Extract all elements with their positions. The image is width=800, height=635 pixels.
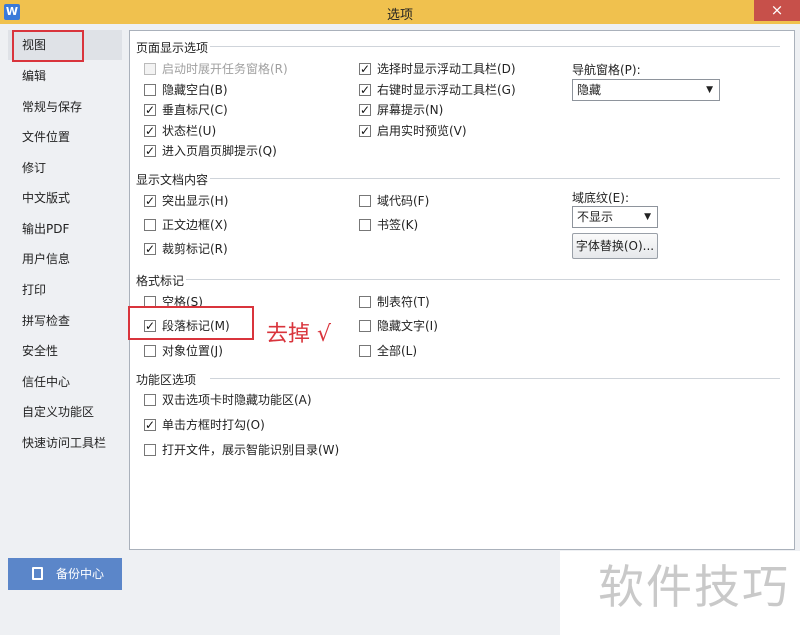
nav-pane-label: 导航窗格(P): (572, 63, 641, 77)
field-shading-select[interactable]: 不显示 ▼ (572, 206, 658, 228)
section-title-page-display: 页面显示选项 (136, 41, 209, 55)
checkbox-checked[interactable] (144, 122, 156, 140)
checkbox[interactable] (359, 320, 371, 332)
checkbox-checked[interactable] (144, 192, 156, 210)
section-title-ribbon: 功能区选项 (136, 373, 197, 387)
backup-center-button[interactable]: 备份中心 (8, 558, 122, 590)
sidebar-item-trust-center[interactable]: 信任中心 (8, 367, 122, 397)
sidebar-item-print[interactable]: 打印 (8, 275, 122, 305)
checkbox[interactable] (359, 345, 371, 357)
checkbox[interactable] (144, 444, 156, 456)
section-title-format-marks: 格式标记 (136, 274, 185, 288)
sidebar-highlight-box (12, 30, 84, 62)
section-divider (210, 378, 780, 379)
watermark: 软件技巧 (560, 551, 800, 635)
checkbox[interactable] (144, 84, 156, 96)
section-divider (210, 46, 780, 47)
checkbox[interactable] (359, 296, 371, 308)
sidebar-item-custom-ribbon[interactable]: 自定义功能区 (8, 397, 122, 427)
font-substitution-button[interactable]: 字体替换(O)... (572, 233, 658, 259)
checkbox[interactable] (359, 219, 371, 231)
checkbox-checked[interactable] (359, 81, 371, 99)
sidebar: 视图 编辑 常规与保存 文件位置 修订 中文版式 输出PDF 用户信息 打印 拼… (8, 30, 122, 540)
sidebar-item-security[interactable]: 安全性 (8, 336, 122, 366)
checkbox-checked[interactable] (359, 60, 371, 78)
sidebar-item-quick-access[interactable]: 快速访问工具栏 (8, 428, 122, 458)
section-divider (186, 279, 780, 280)
checkbox[interactable] (144, 394, 156, 406)
checkbox-checked[interactable] (359, 122, 371, 140)
checkbox-checked[interactable] (144, 416, 156, 434)
paragraph-mark-highlight-box (128, 306, 254, 340)
annotation-remove-check: 去掉 √ (266, 322, 332, 347)
sidebar-item-chinese-layout[interactable]: 中文版式 (8, 183, 122, 213)
sidebar-item-spell-check[interactable]: 拼写检查 (8, 306, 122, 336)
sidebar-item-edit[interactable]: 编辑 (8, 61, 122, 91)
checkbox[interactable] (144, 219, 156, 231)
section-divider (210, 178, 780, 179)
sidebar-item-user-info[interactable]: 用户信息 (8, 244, 122, 274)
watermark-text: 软件技巧 (598, 560, 790, 614)
sidebar-item-general-save[interactable]: 常规与保存 (8, 92, 122, 122)
settings-panel: 页面显示选项 启动时展开任务窗格(R) 隐藏空白(B) 垂直标尺(C) 状态栏(… (129, 30, 795, 550)
checkbox[interactable] (144, 63, 156, 75)
field-shading-label: 域底纹(E): (572, 191, 629, 205)
section-title-doc-content: 显示文档内容 (136, 173, 209, 187)
nav-pane-select[interactable]: 隐藏 ▼ (572, 79, 720, 101)
checkbox[interactable] (144, 345, 156, 357)
dropdown-arrow-icon: ▼ (706, 85, 713, 95)
checkbox-checked[interactable] (144, 101, 156, 119)
backup-center-label: 备份中心 (56, 567, 105, 581)
close-button[interactable]: × (754, 0, 800, 21)
window-title: 选项 (386, 8, 413, 23)
options-dialog: W 选项 × 视图 编辑 常规与保存 文件位置 修订 中文版式 输出PDF 用户… (0, 0, 800, 635)
checkbox-checked[interactable] (144, 240, 156, 258)
titlebar: W 选项 × (0, 0, 800, 24)
sidebar-item-revision[interactable]: 修订 (8, 153, 122, 183)
checkbox-checked[interactable] (359, 101, 371, 119)
checkbox-checked[interactable] (144, 142, 156, 160)
sidebar-item-export-pdf[interactable]: 输出PDF (8, 214, 122, 244)
checkbox[interactable] (359, 195, 371, 207)
backup-icon (32, 567, 43, 580)
dropdown-arrow-icon: ▼ (644, 212, 651, 222)
sidebar-item-file-location[interactable]: 文件位置 (8, 122, 122, 152)
